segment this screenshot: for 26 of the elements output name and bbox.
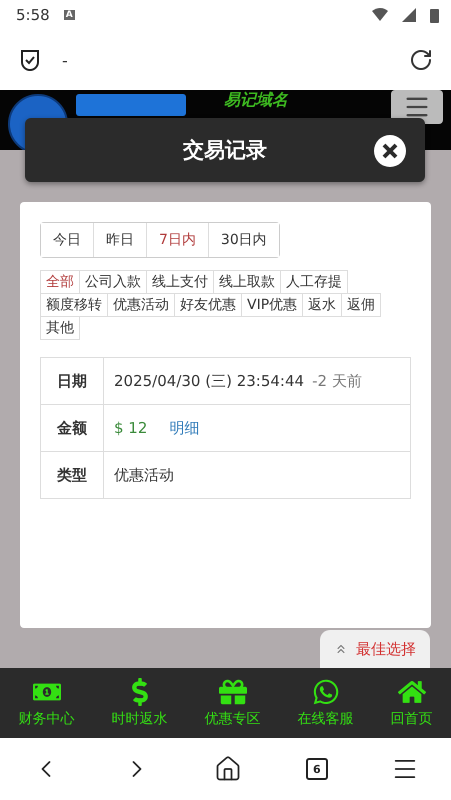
nav-item[interactable]: 财务中心 xyxy=(12,677,80,729)
nav-item[interactable]: 时时返水 xyxy=(106,677,174,729)
details-link[interactable]: 明细 xyxy=(169,418,200,438)
address-field[interactable]: - xyxy=(62,50,389,70)
nav-item[interactable]: 优惠专区 xyxy=(198,677,266,729)
filter-tab[interactable]: 其他 xyxy=(40,316,80,340)
best-choice-button[interactable]: 最佳选择 xyxy=(320,630,430,668)
nav-item[interactable]: 回首页 xyxy=(384,677,438,729)
filter-tab[interactable]: 全部 xyxy=(40,270,80,294)
period-tab[interactable]: 30日内 xyxy=(208,223,279,257)
clock: 5:58 xyxy=(16,6,50,24)
label-cell: 金额 xyxy=(41,405,104,451)
date-time: 2025/04/30 (三) 23:54:44 xyxy=(114,372,304,390)
filter-tab[interactable]: 人工存提 xyxy=(280,270,348,294)
amount: $ 12 xyxy=(114,419,148,437)
type-value: 优惠活动 xyxy=(114,466,174,484)
site-slogan: 易记域名 xyxy=(224,90,288,111)
label-cell: 日期 xyxy=(41,358,104,404)
filter-tab[interactable]: 返佣 xyxy=(341,293,382,317)
label-cell: 类型 xyxy=(41,452,104,498)
notification-badge: A xyxy=(64,10,75,20)
modal-title: 交易记录 xyxy=(183,137,267,164)
filter-tab[interactable]: 额度移转 xyxy=(40,293,108,317)
nav-item[interactable]: 在线客服 xyxy=(292,677,360,729)
tab-count-button[interactable]: 6 xyxy=(306,758,328,780)
relative-time: -2 天前 xyxy=(312,372,362,390)
